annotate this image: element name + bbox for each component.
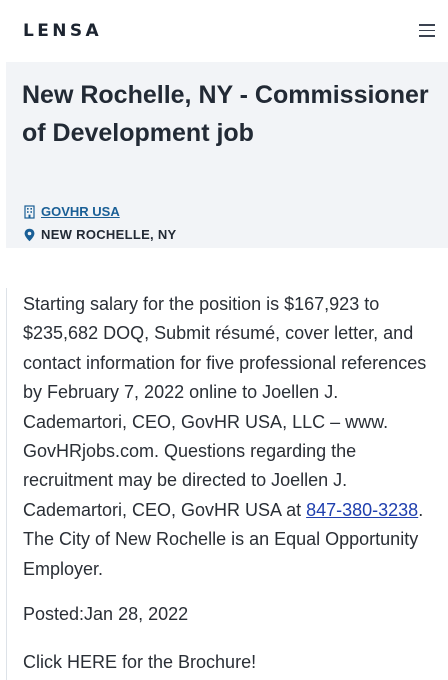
company-link[interactable]: GOVHR USA <box>41 204 120 219</box>
job-title: New Rochelle, NY - Commissioner of Devel… <box>22 81 429 147</box>
job-description-section: Starting salary for the position is $167… <box>6 288 448 680</box>
job-header: New Rochelle, NY - Commissioner of Devel… <box>6 62 448 248</box>
building-icon <box>24 204 35 219</box>
description-text: Starting salary for the position is $167… <box>23 294 427 520</box>
company-row: GOVHR USA <box>23 204 120 219</box>
hamburger-menu-icon[interactable] <box>419 24 435 37</box>
job-location: NEW ROCHELLE, NY <box>41 227 177 242</box>
phone-link[interactable]: 847-380-3238 <box>306 500 418 520</box>
brochure-link-text[interactable]: Click HERE for the Brochure! <box>23 649 256 675</box>
top-navigation-bar: LENSA <box>0 0 448 62</box>
location-row: NEW ROCHELLE, NY <box>23 227 177 242</box>
job-description: Starting salary for the position is $167… <box>23 290 435 584</box>
map-pin-icon <box>24 228 35 241</box>
posted-date: Posted:Jan 28, 2022 <box>23 604 189 624</box>
lensa-logo[interactable]: LENSA <box>23 21 102 41</box>
